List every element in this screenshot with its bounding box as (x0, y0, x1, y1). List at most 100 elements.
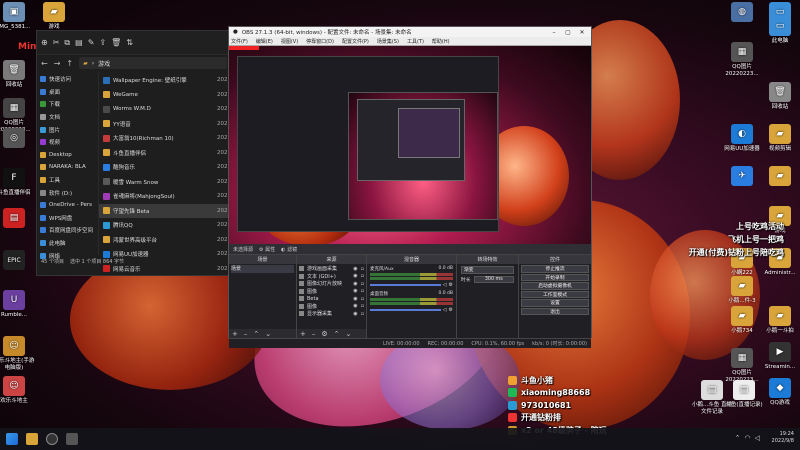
add-icon[interactable]: + (232, 330, 238, 338)
file-row[interactable]: 雀魂麻将(MahjongSoul) 2021 (99, 189, 231, 204)
speaker-icon[interactable]: ◁ (443, 282, 447, 288)
obs-preview[interactable] (229, 46, 591, 244)
address-bar[interactable]: ▰ › 游戏 (79, 57, 227, 69)
file-row[interactable]: 腾讯QQ 2021 (99, 218, 231, 233)
desktop-icon[interactable]: ◎ (0, 128, 36, 150)
lock-icon[interactable]: ▫ (361, 266, 364, 272)
source-item[interactable]: 图像 ◉ ▫ (299, 303, 364, 311)
desktop-icon[interactable]: ▶ Streamin... (758, 342, 800, 371)
eye-icon[interactable]: ◉ (353, 296, 357, 302)
obs-menu-item[interactable]: 编辑(E) (256, 38, 273, 45)
file-row[interactable]: 酷狗音乐 2021 (99, 160, 231, 175)
clock[interactable]: 19:24 2022/9/8 (772, 431, 794, 445)
volume-icon[interactable]: ◁ (755, 434, 760, 442)
app-taskbar-icon[interactable] (66, 433, 78, 445)
sidebar-item[interactable]: 快速访问 (37, 73, 98, 86)
sidebar-item[interactable]: OneDrive - Pers (37, 199, 98, 212)
eye-icon[interactable]: ◉ (353, 288, 357, 294)
settings-icon[interactable]: ⚙ (321, 330, 327, 338)
back-icon[interactable]: ← (41, 59, 48, 68)
control-button[interactable]: 退出 (521, 307, 589, 315)
control-button[interactable]: 工作室模式 (521, 290, 589, 298)
desktop-folder-icon[interactable]: ▰ 游戏 (32, 2, 76, 31)
down-icon[interactable]: ⌄ (265, 330, 271, 338)
sidebar-item[interactable]: 工具 (37, 174, 98, 187)
add-icon[interactable]: + (300, 330, 306, 338)
chevron-up-icon[interactable]: ⌃ (735, 434, 741, 442)
sidebar-item[interactable]: 百度网盘同步空间 (37, 224, 98, 237)
scene-item[interactable]: 场景 (231, 265, 294, 273)
desktop-icon[interactable]: EPIC (0, 250, 36, 272)
desktop-icon[interactable]: ▦ QQ图片20220223... (720, 42, 764, 78)
up-icon[interactable]: ↑ (66, 59, 73, 68)
duration-input[interactable]: 300 ms (473, 275, 514, 283)
desktop-icon[interactable]: ▤ 斗鱼(直播记录) (722, 380, 766, 409)
lock-icon[interactable]: ▫ (361, 273, 364, 279)
volume-slider[interactable] (370, 284, 441, 286)
desktop-icon[interactable]: ☺ 欢乐斗地主(手游电脑版) (0, 336, 36, 372)
eye-icon[interactable]: ◉ (353, 311, 357, 317)
desktop-icon[interactable]: 🗑 回收站 (758, 82, 800, 111)
obs-window[interactable]: ● OBS 27.1.3 (64-bit, windows) - 配置文件: 未… (228, 26, 592, 348)
file-row[interactable]: Worms W.M.D 2021 (99, 102, 231, 117)
sidebar-item[interactable]: Desktop (37, 149, 98, 162)
source-item[interactable]: 图像幻灯片放映 ◉ ▫ (299, 280, 364, 288)
desktop-icon[interactable]: ▰ 小鹅...件-3 (720, 276, 764, 305)
maximize-icon[interactable]: ▢ (563, 29, 573, 36)
volume-slider[interactable] (370, 309, 441, 311)
file-row[interactable]: YY语音 2021 (99, 117, 231, 132)
source-item[interactable]: 显示器采集 ◉ ▫ (299, 310, 364, 318)
file-row[interactable]: 大富翁10(Richman 10) 2021 (99, 131, 231, 146)
new-icon[interactable]: ⊕ (41, 38, 48, 47)
copy-icon[interactable]: ⧉ (64, 38, 70, 48)
paste-icon[interactable]: ▤ (75, 38, 83, 47)
eye-icon[interactable]: ◉ (353, 273, 357, 279)
sidebar-item[interactable]: 下载 (37, 98, 98, 111)
start-icon[interactable] (6, 433, 18, 445)
remove-icon[interactable]: – (244, 330, 248, 338)
minimize-icon[interactable]: – (549, 29, 559, 36)
control-button[interactable]: 开始录制 (521, 273, 589, 281)
sidebar-item[interactable]: 桌面 (37, 86, 98, 99)
cut-icon[interactable]: ✂ (53, 38, 60, 47)
sort-icon[interactable]: ⇅ (126, 38, 133, 47)
desktop-icon[interactable]: ▰ (758, 166, 800, 188)
lock-icon[interactable]: ▫ (361, 281, 364, 287)
gear-icon[interactable]: ⚙ (449, 282, 453, 288)
share-icon[interactable]: ⇪ (99, 38, 106, 47)
obs-menu-item[interactable]: 视图(V) (281, 38, 298, 45)
sidebar-item[interactable]: 图片 (37, 123, 98, 136)
control-button[interactable]: 停止推流 (521, 265, 589, 273)
desktop-icon[interactable]: ▭ 此电脑 (758, 16, 800, 45)
eye-icon[interactable]: ◉ (353, 281, 357, 287)
sidebar-item[interactable]: 软件 (D:) (37, 186, 98, 199)
close-icon[interactable]: ✕ (577, 29, 587, 36)
file-row[interactable]: WeGame 2021 (99, 88, 231, 103)
filters-button[interactable]: ◐ 滤镜 (281, 246, 297, 253)
obs-menu-item[interactable]: 停靠窗口(D) (306, 38, 334, 45)
eye-icon[interactable]: ◉ (353, 266, 357, 272)
rename-icon[interactable]: ✎ (88, 38, 95, 47)
obs-menu-item[interactable]: 帮助(H) (432, 38, 450, 45)
wifi-icon[interactable]: ◠ (745, 434, 751, 442)
obs-menu-item[interactable]: 场景集(S) (377, 38, 399, 45)
control-button[interactable]: 设置 (521, 299, 589, 307)
speaker-icon[interactable]: ◁ (443, 307, 447, 313)
file-row[interactable]: Wallpaper Engine: 壁纸引擎 2021 (99, 73, 231, 88)
file-explorer-taskbar-icon[interactable] (26, 433, 38, 445)
file-row[interactable]: 守望先锋 Beta 2021 (99, 203, 231, 218)
lock-icon[interactable]: ▫ (361, 288, 364, 294)
sidebar-item[interactable]: 文档 (37, 111, 98, 124)
sidebar-item[interactable]: NARAKA: BLA (37, 161, 98, 174)
desktop-icon[interactable]: ☺ 欢乐斗地主 (0, 376, 36, 405)
sidebar-item[interactable]: 此电脑 (37, 237, 98, 250)
file-row[interactable]: 鸿蒙世界高级平台 2021 (99, 233, 231, 248)
desktop-icon[interactable]: ▣ IMG_5381... (0, 2, 36, 31)
remove-icon[interactable]: – (312, 330, 316, 338)
source-item[interactable]: 文本 (GDI+) ◉ ▫ (299, 273, 364, 281)
file-explorer-window[interactable]: ⊕ ✂ ⧉ ▤ ✎ ⇪ 🗑 ⇅ ← → ↑ ▰ › 游戏 快速访问 桌面 下载 文档图… (36, 30, 232, 276)
file-row[interactable]: 暖雪 Warm Snow 2021 (99, 175, 231, 190)
desktop-icon[interactable]: 🗑 回收站 (0, 60, 36, 89)
eye-icon[interactable]: ◉ (353, 303, 357, 309)
down-icon[interactable]: ⌄ (346, 330, 352, 338)
